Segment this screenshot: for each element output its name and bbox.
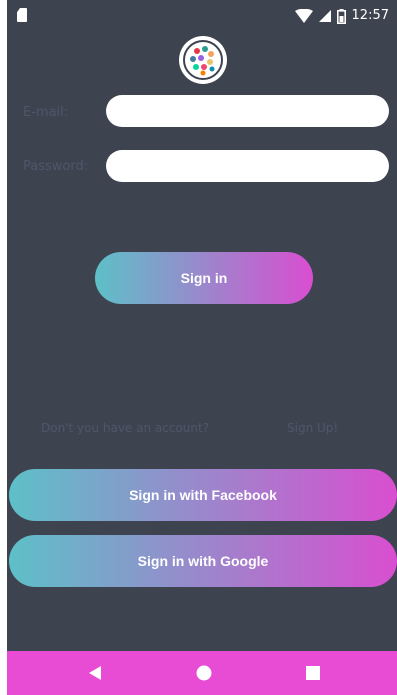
- sim-card-icon: [17, 8, 27, 22]
- home-icon: [196, 665, 212, 681]
- google-sign-in-button[interactable]: Sign in with Google: [9, 535, 397, 587]
- battery-icon: [336, 8, 346, 24]
- signup-question: Don't you have an account?: [41, 421, 210, 435]
- signal-icon: [318, 10, 331, 22]
- wifi-icon: [294, 9, 313, 23]
- login-screen: 12:57 E-mail: Password: Sign in Don't yo…: [7, 0, 397, 695]
- status-bar: 12:57: [7, 0, 397, 34]
- app-logo: [179, 36, 227, 84]
- nav-home-button[interactable]: [174, 651, 234, 695]
- status-icons: 12:57: [294, 8, 389, 24]
- sign-in-button[interactable]: Sign in: [95, 252, 313, 304]
- email-label: E-mail:: [23, 105, 69, 120]
- password-label: Password:: [23, 159, 89, 174]
- nav-back-button[interactable]: [65, 651, 125, 695]
- back-icon: [89, 666, 101, 680]
- facebook-sign-in-button[interactable]: Sign in with Facebook: [9, 469, 397, 521]
- recents-icon: [306, 666, 320, 680]
- sign-up-link[interactable]: Sign Up!: [287, 421, 338, 435]
- email-field[interactable]: [106, 95, 389, 127]
- password-field[interactable]: [106, 150, 389, 182]
- navigation-bar: [7, 651, 397, 695]
- status-time: 12:57: [351, 8, 389, 23]
- globe-people-logo: [183, 40, 223, 80]
- nav-recents-button[interactable]: [283, 651, 343, 695]
